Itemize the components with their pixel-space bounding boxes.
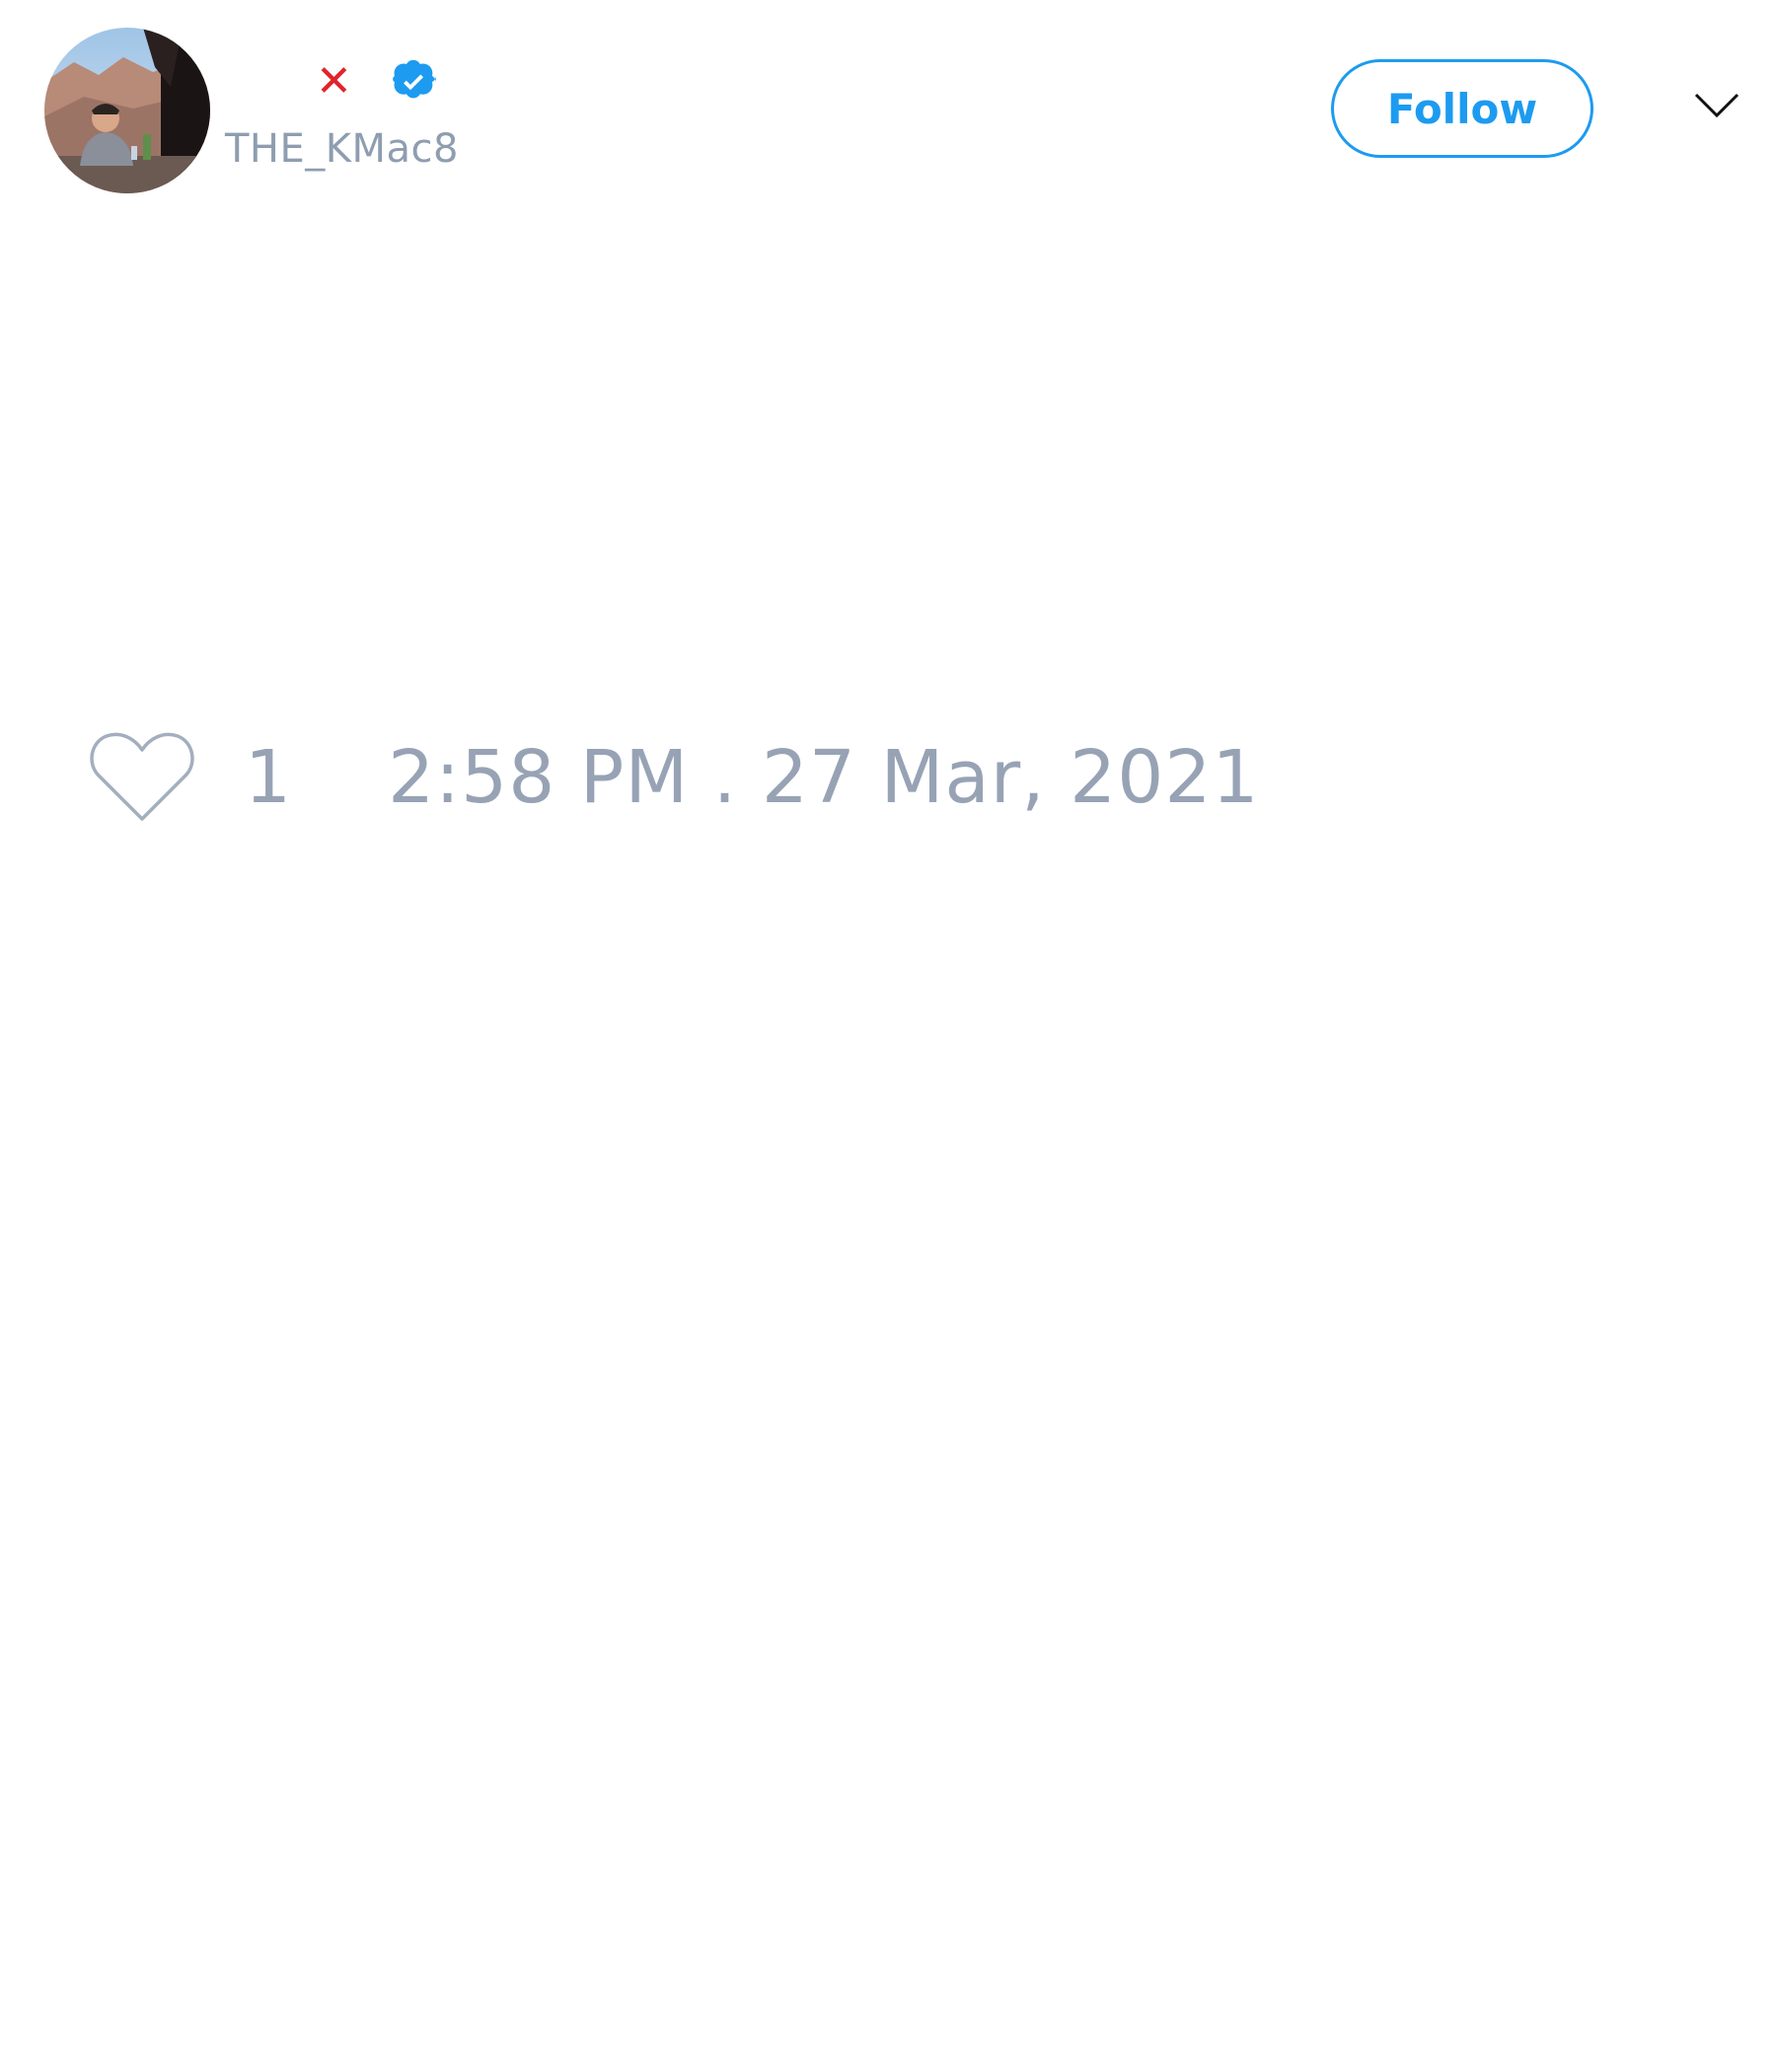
like-count: 1 bbox=[245, 735, 292, 820]
tweet-actions: 1 2:58 PM . 27 Mar, 2021 bbox=[89, 728, 1260, 827]
user-handle[interactable]: THE_KMac8 bbox=[225, 126, 459, 172]
avatar-photo bbox=[44, 28, 210, 193]
avatar[interactable] bbox=[44, 28, 210, 193]
display-name-row: ✕ bbox=[316, 57, 437, 107]
red-x-icon: ✕ bbox=[316, 56, 352, 107]
tweet-timestamp[interactable]: 2:58 PM . 27 Mar, 2021 bbox=[388, 735, 1259, 820]
chevron-down-icon[interactable] bbox=[1693, 91, 1740, 120]
follow-button[interactable]: Follow bbox=[1331, 59, 1593, 158]
tweet-card: ✕ THE_KMac8 Follow 1 2:58 PM . 27 Mar, 2… bbox=[0, 0, 1776, 2072]
heart-outline-icon[interactable] bbox=[89, 730, 195, 825]
verified-badge-icon bbox=[392, 59, 437, 105]
